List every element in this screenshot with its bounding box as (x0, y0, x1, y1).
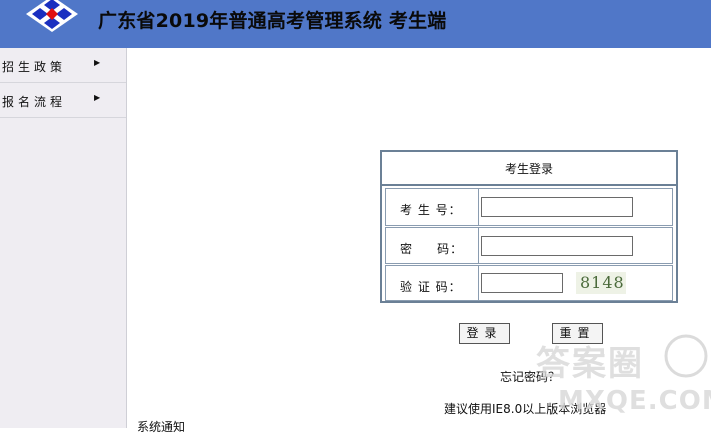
sidebar-item-label: 招生政策 (2, 60, 67, 74)
chevron-right-icon: ▶ (94, 58, 101, 67)
logo-icon (26, 0, 78, 32)
page-title: 广东省2019年普通高考管理系统 考生端 (98, 10, 447, 32)
login-title: 考生登录 (382, 152, 676, 186)
password-row: 密 码： (385, 227, 673, 264)
app-header: 广东省2019年普通高考管理系统 考生端 (0, 0, 711, 48)
password-input[interactable] (481, 236, 633, 256)
watermark-text-cn: 答案圈 (536, 344, 644, 384)
captcha-image[interactable]: 8148 (576, 272, 626, 294)
sidebar: 招生政策 ▶ 报名流程 ▶ (0, 48, 127, 428)
exam-no-label: 考 生 号： (400, 203, 462, 217)
watermark-text-url: MXQE.COM (558, 386, 711, 416)
exam-no-row: 考 生 号： (385, 188, 673, 226)
exam-no-input[interactable] (481, 197, 633, 217)
chevron-right-icon: ▶ (94, 93, 101, 102)
sidebar-item-process[interactable]: 报名流程 ▶ (0, 83, 126, 118)
captcha-input[interactable] (481, 273, 563, 293)
sidebar-item-label: 报名流程 (2, 95, 67, 109)
password-label: 密 码： (400, 242, 464, 256)
sidebar-item-policy[interactable]: 招生政策 ▶ (0, 48, 126, 83)
login-button[interactable]: 登录 (459, 323, 510, 344)
captcha-text: 8148 (580, 273, 625, 292)
system-notice: 系统通知 (137, 420, 186, 434)
captcha-label: 验 证 码： (400, 280, 462, 294)
watermark: 答案圈 MXQE.COM (530, 334, 711, 428)
login-panel: 考生登录 考 生 号： 密 码： 验 证 码： 8148 (380, 150, 678, 303)
captcha-row: 验 证 码： 8148 (385, 265, 673, 301)
